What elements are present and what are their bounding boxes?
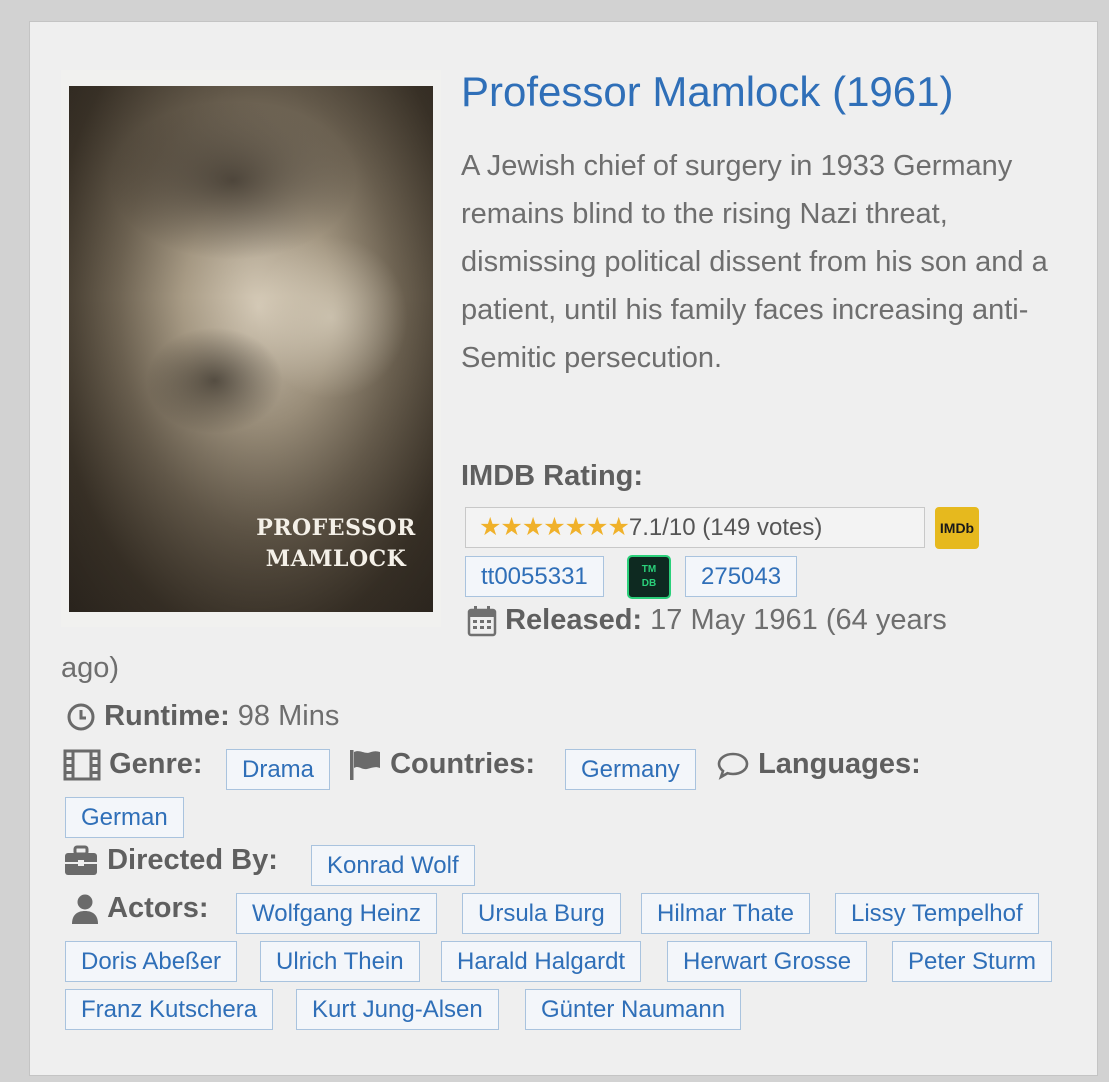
countries-row: Countries: xyxy=(348,748,535,781)
actor-tag[interactable]: Peter Sturm xyxy=(892,941,1053,982)
calendar-icon xyxy=(467,606,497,637)
speech-bubble-icon xyxy=(717,753,749,781)
runtime-row: Runtime: 98 Mins xyxy=(66,700,339,733)
runtime-label: Runtime: xyxy=(104,700,230,732)
director-tag[interactable]: Konrad Wolf xyxy=(311,845,475,886)
imdb-logo-icon[interactable]: IMDb xyxy=(935,507,979,549)
briefcase-icon xyxy=(65,845,97,876)
tmdb-id-link[interactable]: 275043 xyxy=(685,556,798,597)
languages-row: Languages: xyxy=(716,748,921,781)
actor-tag[interactable]: Doris Abeßer xyxy=(65,941,238,982)
poster-image: PROFESSOR MAMLOCK xyxy=(69,86,433,612)
released-value-wrap: ago) xyxy=(61,652,120,684)
actor-tag[interactable]: Lissy Tempelhof xyxy=(835,893,1039,934)
poster-title: PROFESSOR MAMLOCK xyxy=(256,515,416,572)
actors-row: Actors: xyxy=(71,892,209,925)
actor-tag[interactable]: Herwart Grosse xyxy=(667,941,868,982)
movie-poster[interactable]: PROFESSOR MAMLOCK xyxy=(61,70,441,627)
actor-tag[interactable]: Wolfgang Heinz xyxy=(236,893,437,934)
movie-description: A Jewish chief of surgery in 1933 German… xyxy=(461,150,1048,374)
runtime-value: 98 Mins xyxy=(237,700,340,732)
language-tag[interactable]: German xyxy=(65,797,184,838)
flag-icon xyxy=(350,750,380,781)
country-tag[interactable]: Germany xyxy=(565,749,696,790)
released-row: Released: 17 May 1961 (64 years xyxy=(467,604,947,637)
director-label: Directed By: xyxy=(107,844,278,876)
actor-tag[interactable]: Harald Halgardt xyxy=(441,941,642,982)
actor-tag[interactable]: Günter Naumann xyxy=(525,989,742,1030)
genre-label: Genre: xyxy=(109,748,203,780)
released-label: Released: xyxy=(505,604,643,636)
genre-row: Genre: xyxy=(63,748,203,781)
actors-label: Actors: xyxy=(107,892,209,924)
actor-tag[interactable]: Kurt Jung-Alsen xyxy=(296,989,499,1030)
user-icon xyxy=(72,894,98,925)
star-rating-icon: ★★★★★★★ xyxy=(479,513,630,541)
imdb-rating-badge[interactable]: ★★★★★★★7.1/10 (149 votes) xyxy=(465,507,925,548)
imdb-id-link[interactable]: tt0055331 xyxy=(465,556,604,597)
languages-label: Languages: xyxy=(758,748,921,780)
clock-icon xyxy=(67,703,95,731)
movie-title[interactable]: Professor Mamlock (1961) xyxy=(461,68,954,116)
imdb-rating-text: 7.1/10 (149 votes) xyxy=(628,514,823,541)
genre-tag[interactable]: Drama xyxy=(226,749,331,790)
actor-tag[interactable]: Franz Kutschera xyxy=(65,989,274,1030)
imdb-rating-label: IMDB Rating: xyxy=(461,460,644,492)
director-row: Directed By: xyxy=(63,844,278,877)
actor-tag[interactable]: Ursula Burg xyxy=(462,893,621,934)
actor-tag[interactable]: Hilmar Thate xyxy=(641,893,810,934)
tmdb-logo-icon[interactable]: TM DB xyxy=(627,555,671,599)
countries-label: Countries: xyxy=(390,748,536,780)
film-icon xyxy=(63,749,101,781)
actor-tag[interactable]: Ulrich Thein xyxy=(260,941,420,982)
released-value: 17 May 1961 (64 years xyxy=(650,604,947,636)
